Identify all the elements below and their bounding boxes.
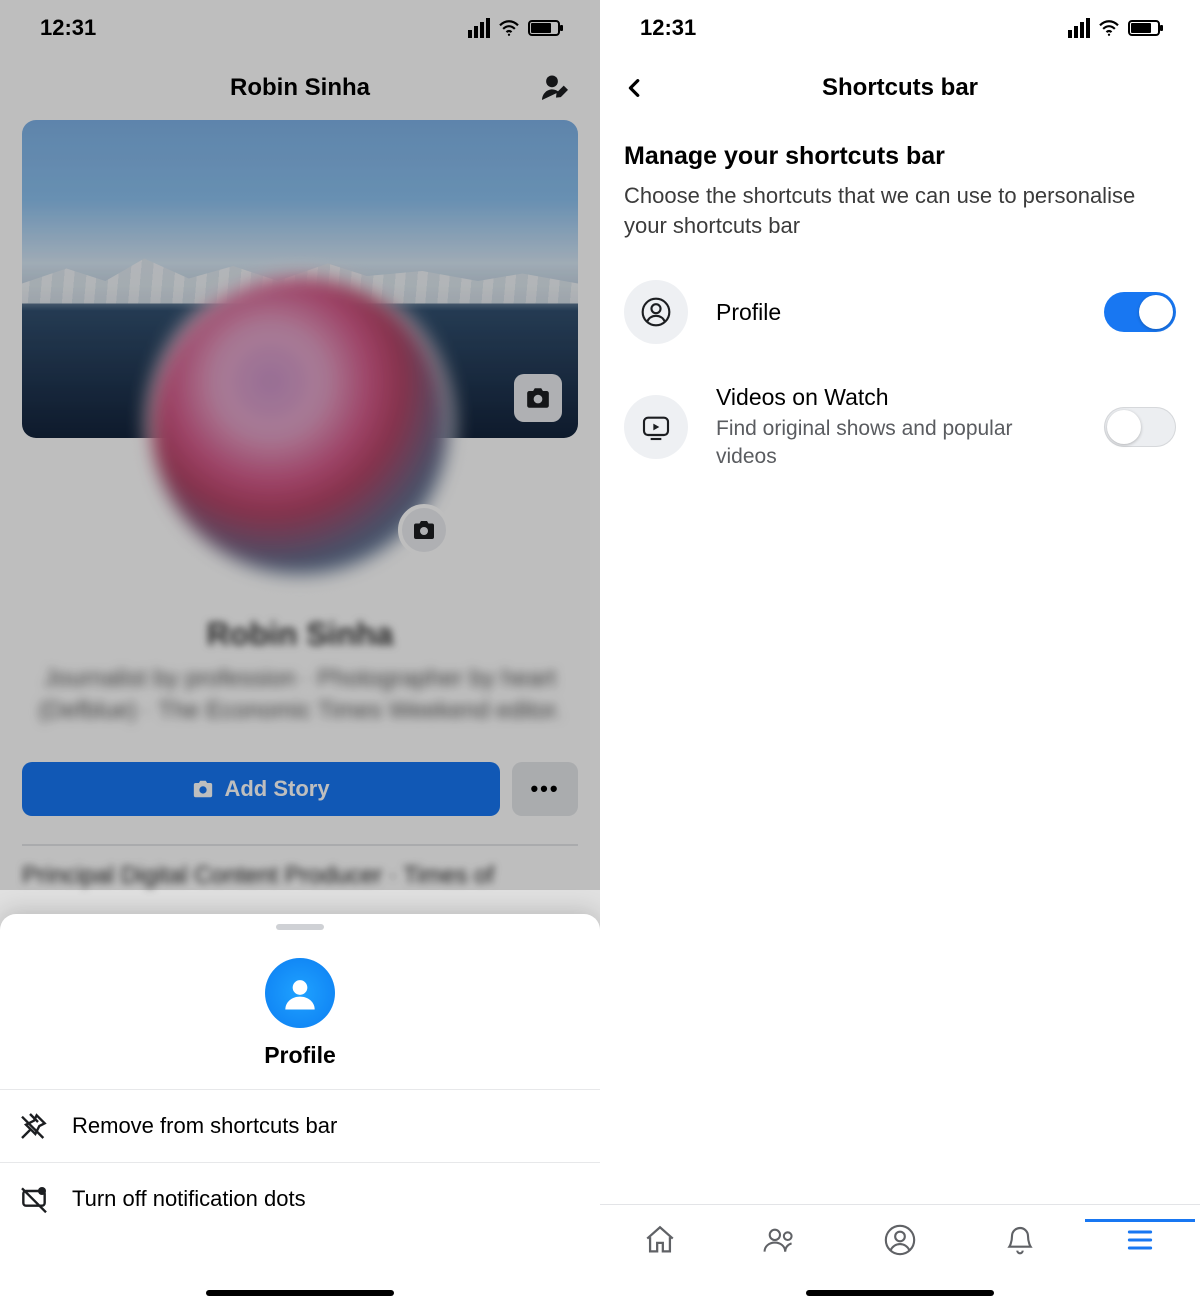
friends-icon — [762, 1223, 798, 1257]
back-button[interactable] — [624, 77, 646, 99]
add-story-button[interactable]: Add Story — [22, 762, 500, 816]
status-time: 12:31 — [640, 15, 696, 41]
home-indicator[interactable] — [206, 1290, 394, 1296]
edit-avatar-button[interactable] — [398, 504, 450, 556]
camera-icon — [525, 385, 551, 411]
status-icons — [468, 18, 560, 38]
shortcut-option-watch: Videos on Watch Find original shows and … — [624, 384, 1176, 470]
sheet-item-label: Remove from shortcuts bar — [72, 1113, 337, 1139]
profile-screen: 12:31 Robin Sinha — [0, 0, 600, 1314]
shortcut-option-profile: Profile — [624, 280, 1176, 344]
tab-home[interactable] — [625, 1223, 695, 1257]
edit-cover-button[interactable] — [514, 374, 562, 422]
profile-nav-header: Robin Sinha — [0, 56, 600, 120]
remove-shortcut-item[interactable]: Remove from shortcuts bar — [0, 1090, 600, 1162]
battery-icon — [528, 20, 560, 36]
tab-profile[interactable] — [865, 1223, 935, 1257]
profile-display-name: Robin Sinha — [22, 616, 578, 653]
option-title: Videos on Watch — [716, 384, 1076, 411]
more-options-button[interactable]: ••• — [512, 762, 578, 816]
tab-bar — [600, 1204, 1200, 1270]
work-info: Principal Digital Content Producer · Tim… — [22, 862, 578, 890]
chevron-left-icon — [624, 77, 646, 99]
profile-toggle[interactable] — [1104, 292, 1176, 332]
profile-icon — [883, 1223, 917, 1257]
section-title: Manage your shortcuts bar — [624, 142, 1176, 171]
camera-icon — [412, 518, 436, 542]
tab-menu[interactable] — [1105, 1224, 1175, 1256]
profile-icon — [624, 280, 688, 344]
profile-shortcut-icon — [265, 958, 335, 1028]
sheet-item-label: Turn off notification dots — [72, 1186, 306, 1212]
page-title: Shortcuts bar — [822, 74, 978, 102]
menu-icon — [1124, 1224, 1156, 1256]
edit-profile-icon[interactable] — [540, 72, 572, 104]
home-indicator[interactable] — [806, 1290, 994, 1296]
turn-off-dots-item[interactable]: Turn off notification dots — [0, 1163, 600, 1235]
cellular-signal-icon — [468, 18, 490, 38]
cellular-signal-icon — [1068, 18, 1090, 38]
settings-nav-header: Shortcuts bar — [600, 56, 1200, 120]
status-icons — [1068, 18, 1160, 38]
status-bar: 12:31 — [600, 0, 1200, 56]
add-story-label: Add Story — [224, 776, 329, 802]
watch-toggle[interactable] — [1104, 407, 1176, 447]
option-subtitle: Find original shows and popular videos — [716, 415, 1076, 470]
option-title: Profile — [716, 299, 1076, 326]
camera-icon — [192, 778, 214, 800]
watch-icon — [624, 395, 688, 459]
wifi-icon — [1098, 19, 1120, 37]
status-bar: 12:31 — [0, 0, 600, 56]
shortcuts-settings-screen: 12:31 Shortcuts bar Manage your shortcut… — [600, 0, 1200, 1314]
wifi-icon — [498, 19, 520, 37]
tab-notifications[interactable] — [985, 1223, 1055, 1257]
battery-icon — [1128, 20, 1160, 36]
section-subtitle: Choose the shortcuts that we can use to … — [624, 181, 1176, 240]
profile-circle-icon — [278, 971, 322, 1015]
tab-friends[interactable] — [745, 1223, 815, 1257]
sheet-drag-handle[interactable] — [276, 924, 324, 930]
page-title: Robin Sinha — [230, 74, 370, 102]
bell-icon — [1004, 1223, 1036, 1257]
notification-off-icon — [18, 1183, 50, 1215]
status-time: 12:31 — [40, 15, 96, 41]
shortcut-action-sheet: Profile Remove from shortcuts bar Turn o… — [0, 914, 600, 1314]
unpin-icon — [18, 1110, 50, 1142]
profile-bio: Journalist by profession · Photographer … — [22, 663, 578, 728]
sheet-title: Profile — [0, 1042, 600, 1069]
home-icon — [643, 1223, 677, 1257]
